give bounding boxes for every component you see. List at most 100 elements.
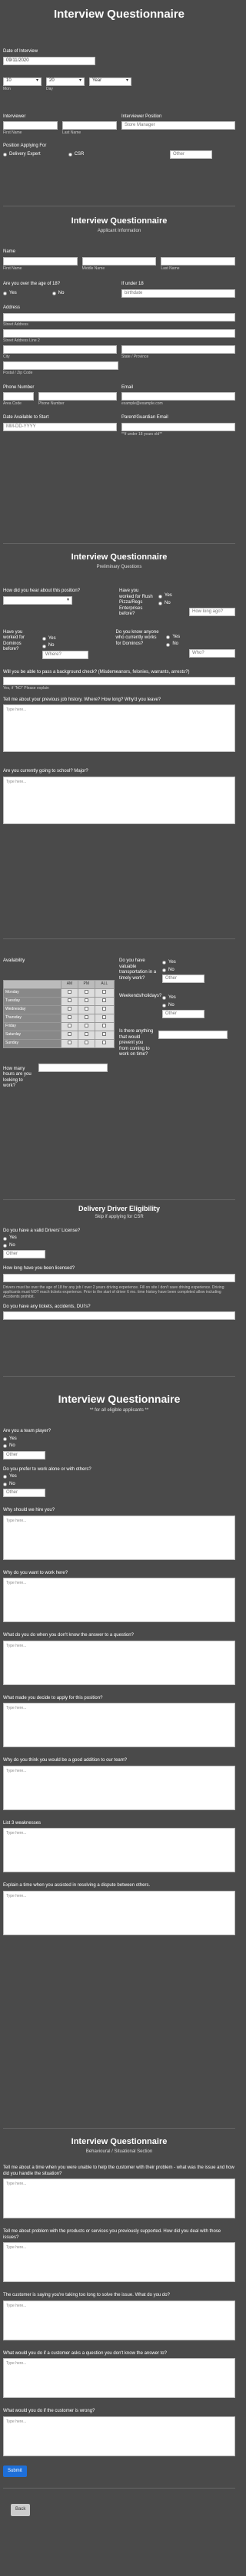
checkbox[interactable]	[102, 1040, 107, 1044]
checkbox[interactable]	[84, 1040, 88, 1044]
dispute-textarea[interactable]: Type here...	[3, 1890, 235, 1935]
weekends-yes[interactable]: Yes	[162, 995, 204, 1001]
checkbox[interactable]	[67, 1014, 71, 1019]
city-input[interactable]	[3, 345, 117, 354]
checkbox[interactable]	[67, 1040, 71, 1044]
last-name[interactable]	[161, 256, 236, 266]
radio-age-yes[interactable]: Yes	[3, 291, 17, 297]
radio-age-no[interactable]: No	[52, 291, 64, 297]
checkbox[interactable]	[67, 1006, 71, 1011]
who-input[interactable]: Who?	[189, 648, 236, 658]
street-input[interactable]	[3, 312, 235, 322]
area-code[interactable]	[3, 392, 34, 401]
worked-yes[interactable]: Yes	[158, 593, 235, 599]
zip-input[interactable]	[3, 361, 118, 371]
dont-know-textarea[interactable]: Type here...	[3, 1640, 235, 1685]
team-other[interactable]: Other	[3, 1450, 45, 1460]
interviewer-pos-input[interactable]: Store Manager	[121, 121, 235, 130]
applying-label: Position Applying For	[3, 143, 47, 148]
checkbox[interactable]	[67, 1031, 71, 1036]
checkbox[interactable]	[67, 989, 71, 994]
checkbox[interactable]	[102, 1031, 107, 1036]
date-avail-input[interactable]: MM-DD-YYYY	[3, 422, 117, 431]
checkbox[interactable]	[84, 1014, 88, 1019]
s5-title: Delivery Driver Eligibility	[78, 1205, 161, 1212]
license-other[interactable]: Other	[3, 1250, 45, 1259]
checkbox[interactable]	[84, 1006, 88, 1011]
street2-input[interactable]	[3, 328, 235, 338]
s2-subtitle: Applicant Information	[97, 228, 141, 233]
weekends-other[interactable]: Other	[162, 1010, 204, 1018]
checkbox[interactable]	[102, 1006, 107, 1011]
q4-textarea[interactable]: Type here...	[3, 2358, 235, 2399]
state-input[interactable]	[121, 345, 235, 354]
month-select[interactable]: 10 ▾	[3, 77, 42, 86]
year-select[interactable]: Year ▾	[89, 77, 131, 86]
q2-label: Tell me about problem with the products …	[3, 2229, 221, 2240]
day-select[interactable]: 20 ▾	[46, 77, 85, 86]
checkbox[interactable]	[102, 989, 107, 994]
anything-input[interactable]	[158, 1031, 228, 1039]
licensed-input[interactable]	[3, 1273, 235, 1282]
license-no[interactable]: No	[3, 1243, 235, 1249]
where-input[interactable]: Where?	[42, 650, 88, 659]
checkbox[interactable]	[84, 998, 88, 1002]
q2-textarea[interactable]: Type here...	[3, 2242, 235, 2283]
checkbox[interactable]	[102, 1023, 107, 1027]
email-input[interactable]	[121, 392, 235, 401]
availability-table: AM PM ALL Monday Tuesday Wednesday Thursda…	[2, 979, 115, 1048]
q3-textarea[interactable]: Type here...	[3, 2300, 235, 2340]
dominos-no[interactable]: No	[42, 643, 111, 649]
weak-textarea[interactable]: Type here...	[3, 1828, 235, 1872]
alone-other[interactable]: Other	[3, 1489, 45, 1497]
why-work-textarea[interactable]: Type here...	[3, 1578, 235, 1622]
license-yes[interactable]: Yes	[3, 1235, 235, 1242]
school-textarea[interactable]: Type here...	[3, 776, 235, 824]
hours-input[interactable]	[38, 1063, 108, 1072]
interviewer-first[interactable]	[3, 121, 58, 130]
good-add-textarea[interactable]: Type here...	[3, 1765, 235, 1810]
submit-button[interactable]: Submit	[3, 2465, 27, 2478]
parent-email-input[interactable]	[121, 422, 235, 431]
team-no[interactable]: No	[3, 1443, 235, 1450]
checkbox[interactable]	[84, 989, 88, 994]
checkbox[interactable]	[102, 998, 107, 1002]
radio-delivery[interactable]: Delivery Expert	[3, 152, 41, 158]
middle-name[interactable]	[81, 256, 157, 266]
prev-job-textarea[interactable]: Type here...	[3, 704, 235, 752]
weekends-label: Weekends/holidays?	[119, 994, 162, 998]
q1-textarea[interactable]: Type here...	[3, 2179, 235, 2219]
valuable-yes[interactable]: Yes	[162, 960, 204, 966]
team-yes[interactable]: Yes	[3, 1436, 235, 1443]
currently-no[interactable]: No	[166, 642, 235, 648]
currently-yes[interactable]: Yes	[166, 635, 235, 641]
valuable-other[interactable]: Other	[162, 975, 204, 983]
applying-other[interactable]: Other	[170, 150, 212, 160]
checkbox[interactable]	[67, 998, 71, 1002]
valuable-no[interactable]: No	[162, 968, 204, 974]
bg-input[interactable]	[3, 677, 235, 686]
date-input[interactable]: 09/11/2020	[3, 56, 95, 65]
checkbox[interactable]	[84, 1023, 88, 1027]
apply-textarea[interactable]: Type here...	[3, 1703, 235, 1747]
hear-select[interactable]: ▾	[3, 595, 72, 605]
birthdate-input[interactable]: birthdate	[121, 289, 235, 298]
dominos-yes[interactable]: Yes	[42, 636, 111, 642]
weekends-no[interactable]: No	[162, 1003, 204, 1009]
s2-title: Interview Questionnaire	[71, 216, 168, 226]
back-button[interactable]: Back	[11, 2504, 31, 2516]
radio-csr[interactable]: CSR	[68, 152, 84, 158]
tickets-input[interactable]	[3, 1311, 235, 1320]
checkbox[interactable]	[84, 1031, 88, 1036]
checkbox[interactable]	[67, 1023, 71, 1027]
alone-no[interactable]: No	[3, 1482, 235, 1488]
first-name[interactable]	[3, 256, 78, 266]
phone-input[interactable]	[38, 392, 117, 401]
checkbox[interactable]	[102, 1014, 107, 1019]
q5-textarea[interactable]: Type here...	[3, 2416, 235, 2456]
worked-no[interactable]: No	[158, 601, 235, 607]
how-long-input[interactable]: How long ago?	[189, 608, 235, 617]
alone-yes[interactable]: Yes	[3, 1474, 235, 1480]
interviewer-last[interactable]	[62, 121, 117, 130]
why-hire-textarea[interactable]: Type here...	[3, 1515, 235, 1560]
